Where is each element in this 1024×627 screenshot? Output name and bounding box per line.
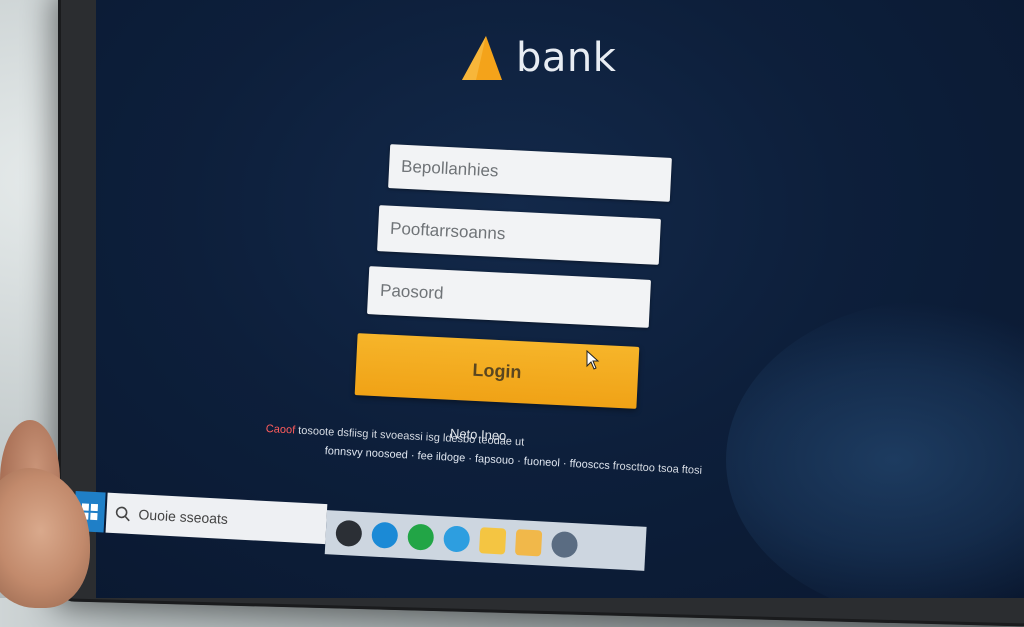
- store-icon[interactable]: [407, 523, 435, 551]
- files-icon[interactable]: [514, 529, 543, 557]
- mouse-cursor-icon: [586, 350, 600, 370]
- legal-line-2-tail: froscttoo tsoa ftosi: [612, 460, 703, 477]
- hand-reflection: [726, 300, 1024, 598]
- bank-logo: bank: [458, 30, 616, 86]
- chrome-icon[interactable]: [550, 530, 579, 559]
- brand-name: bank: [516, 35, 617, 81]
- edge-icon[interactable]: [371, 521, 399, 549]
- search-icon: [115, 506, 130, 522]
- taskbar-tray: [324, 510, 647, 571]
- taskbar-search-input[interactable]: Ouoie sseoats: [105, 492, 328, 545]
- taskbar-search-placeholder: Ouoie sseoats: [138, 506, 229, 527]
- settings-icon[interactable]: [335, 519, 363, 548]
- bank-logo-icon: [462, 36, 502, 80]
- browser-icon[interactable]: [443, 525, 471, 553]
- legal-red-text: Caoof: [265, 422, 296, 437]
- folder-icon[interactable]: [478, 527, 507, 555]
